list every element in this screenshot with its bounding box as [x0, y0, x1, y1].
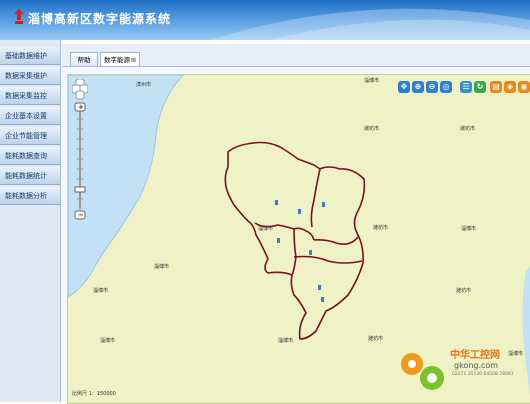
- place-label: 潍坊市: [368, 336, 384, 342]
- sidebar-item-basic-data[interactable]: 基础数据维护: [0, 47, 60, 65]
- sidebar-item-collection-monitor[interactable]: 数据采集监控: [0, 87, 60, 105]
- sidebar-item-energy-management[interactable]: 企业节能管理: [0, 127, 60, 145]
- layers-icon[interactable]: ☰: [460, 81, 472, 93]
- zoom-in-button[interactable]: +: [78, 103, 84, 111]
- sidebar-item-collection-maintenance[interactable]: 数据采集维护: [0, 67, 60, 85]
- identify-icon[interactable]: ◈: [504, 81, 516, 93]
- map-scale: 比例尺 1：150000: [72, 391, 116, 397]
- gear-icon: [401, 353, 444, 390]
- sidebar-item-energy-statistics[interactable]: 能耗数据统计: [0, 167, 60, 185]
- tab-bar: 帮助 数字能源⊠: [62, 44, 530, 67]
- place-label: 潍坊市: [364, 126, 380, 132]
- clear-icon[interactable]: ◉: [518, 81, 530, 93]
- place-label: 滨州市: [136, 82, 152, 88]
- place-label: 潍坊市: [373, 225, 389, 231]
- place-label: 淄博市: [100, 338, 116, 344]
- tab-help-label: 帮助: [77, 56, 91, 64]
- app-logo-icon: [14, 9, 24, 24]
- sidebar-item-energy-analysis[interactable]: 能耗数据分析: [0, 187, 60, 205]
- header-decoration: [210, 8, 530, 40]
- place-label: 淄博市: [461, 226, 477, 232]
- measure-icon[interactable]: ▤: [490, 81, 502, 93]
- zoom-out-icon[interactable]: ⊖: [426, 81, 438, 93]
- sidebar-item-energy-query[interactable]: 能耗数据查询: [0, 147, 60, 165]
- watermark-code: 02271 35130 64508 78891: [452, 372, 514, 377]
- tab-digital-energy-label: 数字能源: [103, 56, 130, 64]
- watermark-domain: gkong.com: [454, 361, 499, 370]
- place-label: 淄博市: [154, 264, 170, 270]
- zoom-out-button[interactable]: −: [78, 211, 84, 219]
- place-label: 潍坊市: [456, 288, 472, 294]
- zoom-slider[interactable]: [72, 79, 88, 227]
- watermark-brand: 中华工控网: [450, 350, 500, 361]
- full-extent-icon[interactable]: ◎: [440, 81, 452, 93]
- zoom-in-icon[interactable]: ⊕: [412, 81, 424, 93]
- sidebar-item-enterprise-settings[interactable]: 企业基本设置: [0, 107, 60, 125]
- refresh-icon[interactable]: ↻: [474, 81, 486, 93]
- watermark: 中华工控网 gkong.com 02271 35130 64508 78891: [394, 342, 530, 402]
- pan-icon[interactable]: ✥: [398, 81, 410, 93]
- place-label: 淄博市: [364, 78, 380, 84]
- tab-digital-energy[interactable]: 数字能源⊠: [100, 52, 140, 66]
- place-label: 淄博市: [93, 288, 109, 294]
- tab-help[interactable]: 帮助: [70, 52, 98, 66]
- place-label: 潍坊市: [460, 126, 476, 132]
- place-label: 淄博市: [258, 226, 274, 232]
- tab-close-icon[interactable]: ⊠: [131, 57, 136, 64]
- app-title: 淄博高新区数字能源系统: [28, 12, 172, 26]
- sidebar: 基础数据维护 数据采集维护 数据采集监控 企业基本设置 企业节能管理 能耗数据查…: [0, 40, 61, 402]
- place-label: 淄博市: [278, 338, 294, 344]
- app-header: 淄博高新区数字能源系统: [0, 0, 530, 40]
